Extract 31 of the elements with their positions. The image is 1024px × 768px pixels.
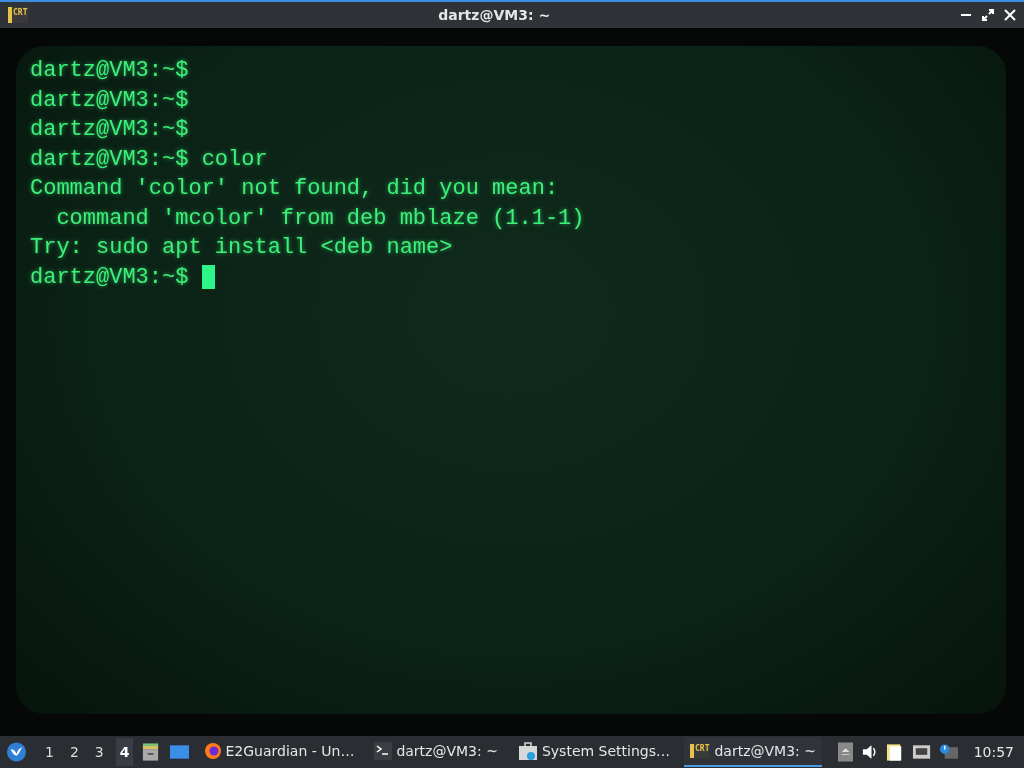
terminal-line: dartz@VM3:~$ color [30,146,268,172]
workspace-button[interactable]: 4 [115,738,134,766]
close-icon[interactable] [1004,9,1016,21]
app-icon: CRT [8,7,29,23]
taskbar-button[interactable]: E2Guardian - Un… [197,737,361,767]
terminal-line: command 'mcolor' from deb mblaze (1.1-1) [55,205,585,231]
terminal-line: dartz@VM3:~$ [30,87,189,113]
terminal-line: dartz@VM3:~$ [30,117,189,143]
workspace-button[interactable]: 2 [65,738,83,766]
terminal-line: dartz@VM3:~$ [30,58,189,84]
firefox-icon [203,742,222,760]
network-icon[interactable] [911,743,931,761]
desktop-icon[interactable] [168,743,190,761]
app-icon: CRT [690,744,711,758]
window-title: dartz@VM3: ~ [437,7,552,23]
maximize-icon[interactable] [982,9,994,21]
taskbar-button[interactable]: CRT dartz@VM3: ~ [684,737,822,767]
terminal-line: Command 'color' not found, did you mean: [30,176,559,202]
terminal-line: Try: sudo apt install <deb name> [30,235,453,261]
terminal-line: dartz@VM3:~$ [30,264,190,290]
workspace-button[interactable]: 1 [40,738,58,766]
notification-icon[interactable] [938,743,958,761]
taskbar-button[interactable]: System Settings… [511,737,676,767]
taskbar-button[interactable]: dartz@VM3: ~ [368,737,504,767]
eject-icon[interactable] [838,742,854,762]
file-cabinet-icon[interactable] [141,742,161,762]
workspace-button[interactable]: 3 [90,738,108,766]
clock: 10:57 [973,744,1015,760]
clipboard-icon[interactable] [886,742,904,762]
briefcase-icon [517,741,538,761]
terminal-icon [374,742,393,760]
